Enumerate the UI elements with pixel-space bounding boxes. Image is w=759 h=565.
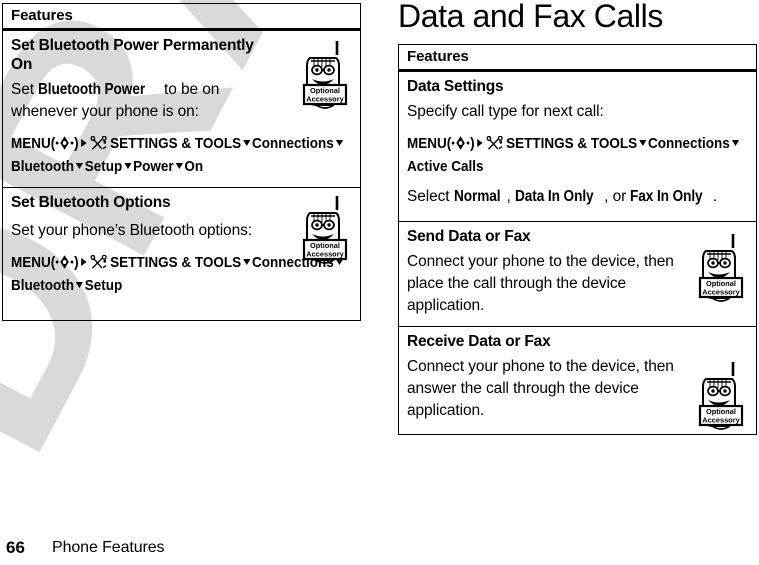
settings-and-tools-icon [486, 135, 504, 150]
page-footer: 66 Phone Features [0, 535, 759, 559]
center-select-key-icon [55, 136, 74, 150]
right-features-table: Features Data Settings Specify call type… [398, 44, 757, 435]
menu-path: MENU( ) [407, 132, 748, 178]
settings-label: SETTINGS & TOOLS [110, 254, 242, 271]
arrow-down-icon [75, 163, 83, 169]
arrow-down-icon [731, 140, 739, 146]
page-number: 66 [6, 538, 25, 557]
arrow-down-icon [175, 163, 183, 169]
footer-section-title: Phone Features [52, 539, 165, 556]
arrow-right-icon [81, 258, 87, 266]
row-body: Connect your phone to the device, then p… [407, 253, 674, 314]
arrow-down-icon [124, 163, 132, 169]
select-prefix: Select [407, 188, 454, 205]
row-body: Set your phone’s Bluetooth options: [11, 222, 252, 239]
optional-accessory-icon: Optional Accessory [297, 39, 353, 111]
optional-accessory-icon: Optional Accessory [693, 360, 749, 432]
nav-step: Connections [251, 135, 334, 152]
option-normal: Normal [453, 188, 501, 205]
svg-text:Accessory: Accessory [306, 250, 344, 259]
accessory-label-line2: Accessory [306, 95, 344, 104]
row-body: Set Bluetooth Power to be on whenever yo… [11, 79, 263, 123]
row-title: Set Bluetooth Power Permanently On [11, 37, 254, 73]
arrow-down-icon [638, 140, 647, 146]
nav-step: On [184, 158, 204, 175]
row-title: Receive Data or Fax [407, 333, 551, 350]
nav-step: Setup [84, 158, 123, 175]
page-title: Data and Fax Calls [398, 0, 663, 34]
row-body-select: Select Normal, Data In Only , or Fax In O… [407, 186, 748, 208]
select-sep: , or [604, 188, 631, 205]
arrow-down-icon [242, 259, 251, 265]
settings-and-tools-icon [90, 254, 108, 269]
settings-and-tools-icon [90, 135, 108, 150]
row-body-emphasis: Bluetooth Power [38, 81, 146, 98]
nav-step: Connections [647, 135, 730, 152]
nav-step: Bluetooth [11, 277, 74, 294]
nav-step: Bluetooth [11, 158, 74, 175]
row-title: Send Data or Fax [407, 228, 531, 245]
menu-label: MENU [11, 254, 51, 271]
center-select-key-icon [451, 136, 470, 150]
row-title: Set Bluetooth Options [11, 194, 171, 211]
row-title: Data Settings [407, 78, 504, 95]
table-row: Send Data or Fax Connect your phone to t… [399, 221, 756, 326]
optional-accessory-icon: Optional Accessory [297, 194, 353, 266]
right-table-header: Features [399, 45, 756, 72]
center-select-key-icon [55, 255, 74, 269]
select-sep: , [506, 188, 515, 205]
select-post: . [712, 188, 718, 205]
manual-page: Features Set Bluetooth Power Permanently… [0, 0, 759, 565]
arrow-down-icon [242, 140, 251, 146]
arrow-right-icon [81, 139, 87, 147]
left-features-table: Features Set Bluetooth Power Permanently… [2, 3, 361, 321]
optional-accessory-icon: Optional Accessory [693, 232, 749, 304]
nav-step: Power [133, 158, 174, 175]
svg-text:Accessory: Accessory [702, 416, 740, 425]
row-body-pre: Set [11, 81, 39, 98]
row-body: Connect your phone to the device, then a… [407, 358, 674, 419]
table-row: Receive Data or Fax Connect your phone t… [399, 326, 756, 434]
option-fax-in-only: Fax In Only [630, 188, 703, 205]
row-body: Specify call type for next call: [407, 103, 604, 120]
menu-path: MENU( ) [11, 132, 352, 178]
table-row: Set Bluetooth Power Permanently On Set B… [3, 31, 360, 187]
nav-step: Active Calls [407, 158, 484, 175]
arrow-right-icon [477, 139, 483, 147]
nav-step: Setup [84, 277, 123, 294]
left-table-header: Features [3, 4, 360, 31]
menu-label: MENU [11, 135, 51, 152]
table-row: Data Settings Specify call type for next… [399, 72, 756, 221]
option-data-in-only: Data In Only [514, 188, 594, 205]
settings-label: SETTINGS & TOOLS [110, 135, 242, 152]
arrow-down-icon [75, 282, 83, 288]
arrow-down-icon [335, 140, 343, 146]
menu-label: MENU [407, 135, 447, 152]
settings-label: SETTINGS & TOOLS [506, 135, 638, 152]
svg-text:Accessory: Accessory [702, 288, 740, 297]
table-row: Set Bluetooth Options Set your phone’s B… [3, 187, 360, 320]
